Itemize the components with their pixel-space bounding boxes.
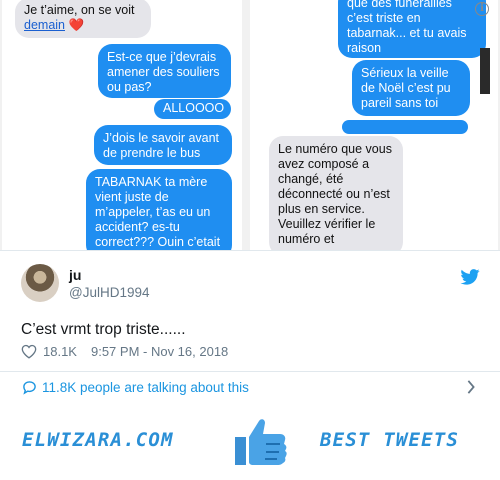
message-bubble-sent: que des funérailles c’est triste en taba…	[338, 0, 486, 58]
author-name[interactable]: ju	[69, 267, 81, 283]
twitter-bird-icon[interactable]	[460, 269, 480, 285]
speech-bubble-icon	[23, 381, 36, 395]
brand-name: ELWIZARA.COM	[22, 429, 174, 451]
right-conversation: que des funérailles c’est triste en taba…	[250, 0, 498, 250]
avatar[interactable]	[21, 264, 59, 302]
chevron-right-icon[interactable]	[466, 380, 476, 394]
side-tag	[480, 48, 490, 94]
message-link[interactable]: demain	[24, 18, 65, 32]
message-bubble-received: Le numéro que vous avez composé a changé…	[269, 136, 403, 250]
like-count[interactable]: 18.1K	[43, 344, 77, 359]
tagline: BEST TWEETS	[320, 429, 460, 451]
tweet-card: ju @JulHD1994 C’est vrmt trop triste....…	[0, 250, 500, 403]
message-bubble-received: Je t’aime, on se voit demain ❤️	[15, 0, 151, 38]
talking-about-text[interactable]: 11.8K people are talking about this	[42, 380, 249, 395]
message-bubble-sent: Est-ce que j’devrais amener des souliers…	[98, 44, 231, 98]
message-bubble-sent: Sérieux la veille de Noël c’est pu parei…	[352, 60, 470, 116]
left-conversation: Je t’aime, on se voit demain ❤️ Est-ce q…	[2, 0, 242, 250]
tweet-meta: 18.1K 9:57 PM - Nov 16, 2018	[21, 344, 228, 359]
footer-banner: ELWIZARA.COM BEST TWEETS	[0, 402, 500, 480]
conversation-link[interactable]: 11.8K people are talking about this	[0, 371, 500, 403]
thumbs-up-icon	[235, 419, 287, 465]
message-bubble-sent: J’dois le savoir avant de prendre le bus	[94, 125, 232, 165]
tweet-text: C’est vrmt trop triste......	[21, 321, 186, 338]
like-heart-icon[interactable]	[21, 344, 37, 359]
heart-emoji-icon: ❤️	[68, 18, 85, 32]
tweet-timestamp[interactable]: 9:57 PM - Nov 16, 2018	[91, 344, 228, 359]
info-icon[interactable]: i	[475, 2, 489, 16]
message-text: Je t’aime, on se voit	[24, 3, 135, 17]
screenshot-collage: Je t’aime, on se voit demain ❤️ Est-ce q…	[0, 0, 500, 250]
message-bubble-sent: ALLOOOO	[154, 99, 231, 119]
message-bubble-sent: TABARNAK ta mère vient juste de m’appele…	[86, 169, 232, 250]
author-handle[interactable]: @JulHD1994	[69, 285, 150, 300]
message-bubble-sent-cropped	[342, 120, 468, 134]
